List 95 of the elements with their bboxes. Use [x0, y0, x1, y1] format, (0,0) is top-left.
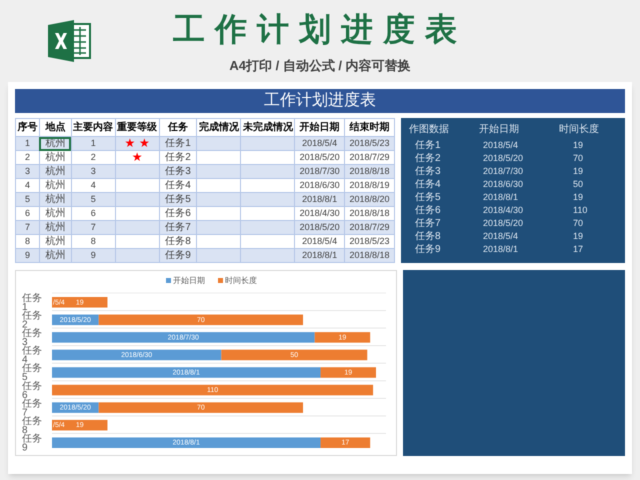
table-cell: 2018/5/4	[294, 136, 345, 150]
panel-cell-text: 2018/5/20	[482, 216, 524, 230]
table-cell: 2018/4/30	[294, 206, 345, 220]
column-header: 序号	[16, 118, 40, 136]
page-subtitle: A4打印 / 自动公式 / 内容可替换	[229, 57, 411, 75]
table-cell: 8	[71, 234, 116, 248]
table-cell: 8	[16, 234, 40, 248]
table-cell: 杭州	[39, 206, 72, 220]
table-cell: 任务6	[159, 206, 197, 220]
table-cell: 2	[71, 150, 116, 164]
panel-cell-text: 任务8	[414, 230, 442, 244]
table-cell: 杭州	[39, 248, 72, 262]
table-cell: 6	[16, 206, 40, 220]
table-cell: 2018/8/18	[344, 248, 394, 262]
table-cell: 任务1	[159, 136, 197, 150]
panel-cell-text: 2018/4/30	[482, 204, 524, 217]
panel-cell-text: 50	[572, 178, 584, 191]
table-cell: 2	[16, 150, 40, 164]
table-cell: 9	[16, 248, 40, 262]
panel-cell-text: 2018/5/4	[482, 138, 520, 152]
panel-cell-text: 19	[572, 138, 584, 152]
panel-cell-text: 2018/5/20	[482, 152, 524, 165]
table-cell: 2018/7/29	[344, 150, 394, 164]
table-cell: 2018/5/23	[344, 136, 394, 150]
panel-cell-text: 70	[572, 216, 584, 230]
panel-header: 开始日期	[479, 122, 520, 137]
panel-cell-text: 任务2	[414, 152, 442, 166]
table-cell: 7	[71, 220, 116, 234]
table-cell: 杭州	[39, 234, 72, 248]
panel-cell-text: 任务5	[414, 191, 442, 205]
table-cell: 2018/5/20	[294, 220, 345, 234]
table-cell: 6	[71, 206, 116, 220]
table-cell: 杭州	[39, 150, 72, 164]
table-cell: 5	[71, 192, 116, 206]
table-cell: 杭州	[39, 192, 72, 206]
panel-cell-text: 任务7	[414, 217, 442, 231]
table-cell: 2018/5/23	[344, 234, 394, 248]
table-cell: 7	[16, 220, 40, 234]
table-cell: 1	[71, 136, 116, 150]
table-cell: 杭州	[39, 164, 72, 178]
panel-cell-text: 19	[572, 190, 584, 204]
table-cell: 任务7	[159, 220, 197, 234]
legend-label: 时间长度	[225, 276, 257, 285]
spreadsheet-logo-icon	[46, 18, 92, 64]
table-cell: 2018/5/20	[294, 150, 345, 164]
importance-cell: ★ ★	[115, 136, 160, 150]
table-cell: 任务5	[159, 192, 197, 206]
panel-cell-text: 70	[572, 152, 584, 165]
table-cell: 任务2	[159, 150, 197, 164]
table-cell: 杭州	[39, 220, 72, 234]
table-cell: 2018/5/4	[294, 234, 345, 248]
panel-cell-text: 2018/6/30	[482, 178, 524, 191]
panel-cell-text: 任务1	[414, 139, 442, 153]
importance-cell: ★	[115, 150, 160, 164]
panel-cell-text: 任务3	[414, 165, 442, 179]
table-cell: 任务8	[159, 234, 197, 248]
table-cell: 3	[16, 164, 40, 178]
panel-cell-text: 2018/5/4	[482, 230, 520, 243]
page-title: 工作计划进度表	[173, 10, 467, 49]
chart-bar	[52, 297, 108, 308]
table-cell: 任务4	[159, 178, 197, 192]
category-label: 任务 9	[22, 433, 42, 454]
panel-cell-text: 19	[572, 230, 584, 243]
panel-header: 时间长度	[559, 122, 600, 137]
table-cell: 4	[16, 178, 40, 192]
panel-header: 作图数据	[409, 123, 450, 137]
sheet-title-banner: 工作计划进度表	[15, 89, 625, 113]
table-cell: 任务3	[159, 164, 197, 178]
table-cell: 2018/8/20	[344, 192, 394, 206]
table-cell: 2018/6/30	[294, 178, 345, 192]
table-cell: 2018/8/18	[344, 206, 394, 220]
panel-cell-text: 任务9	[414, 243, 442, 257]
panel-cell-text: 任务6	[414, 204, 442, 218]
table-cell: 2018/8/1	[294, 192, 345, 206]
table-cell: 1	[16, 136, 40, 150]
panel-cell-text: 2018/8/1	[482, 242, 520, 256]
table-cell: 任务9	[159, 248, 197, 262]
panel-cell-text: 19	[572, 164, 584, 178]
chart-bar	[52, 420, 108, 430]
panel-cell-text: 17	[572, 242, 584, 256]
panel-cell-text: 110	[572, 204, 588, 217]
table-cell: 2018/8/1	[294, 248, 345, 262]
table-cell: 4	[71, 178, 116, 192]
table-cell: 3	[71, 164, 116, 178]
table-cell: 2018/7/30	[294, 164, 345, 178]
panel-cell-text: 2018/8/1	[482, 190, 520, 204]
panel-cell-text: 任务4	[414, 178, 442, 192]
table-cell: 2018/8/19	[344, 178, 394, 192]
table-cell: 5	[16, 192, 40, 206]
table-cell: 2018/7/29	[344, 220, 394, 234]
panel-cell-text: 2018/7/30	[482, 164, 524, 178]
table-cell: 杭州	[39, 178, 72, 192]
legend-label: 开始日期	[173, 276, 205, 285]
table-cell: 9	[71, 248, 116, 262]
table-cell: 2018/8/18	[344, 164, 394, 178]
